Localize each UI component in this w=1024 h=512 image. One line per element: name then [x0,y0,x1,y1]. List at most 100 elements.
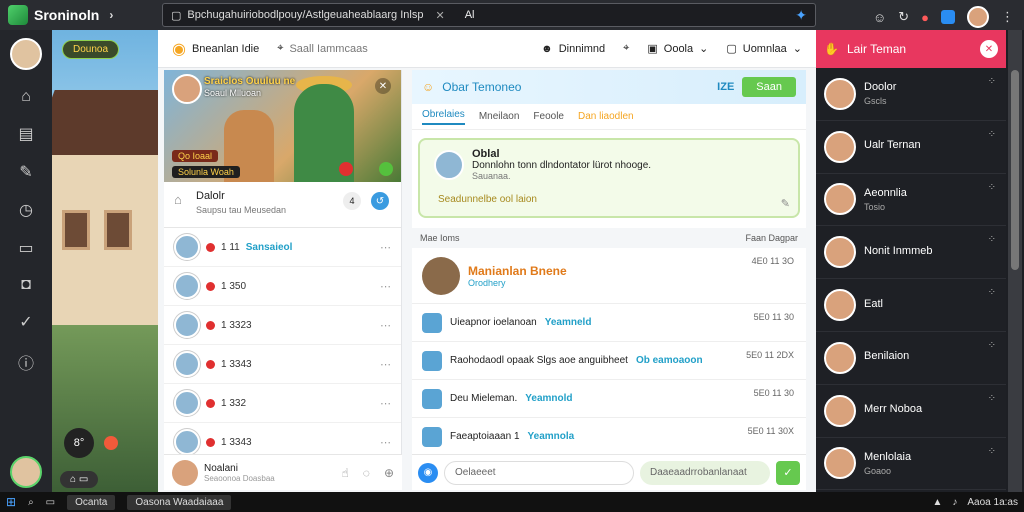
app-icon[interactable] [941,10,955,24]
more-icon[interactable]: ⁘ [988,287,996,298]
nav-group[interactable]: ☻ Dinnimnd [541,43,605,55]
more-icon[interactable]: ⁘ [988,340,996,351]
share-icon[interactable]: ↺ [371,192,389,210]
camera-icon[interactable]: ◉ [418,462,438,483]
taskview-icon[interactable]: ▭ [46,497,55,508]
more-icon[interactable]: ⁘ [988,393,996,404]
nav-home[interactable]: ◉ Bneanlan Idie [172,39,259,59]
pin-icon[interactable]: ✎ [19,162,32,182]
feed-composer[interactable]: Noalani Seaoonoa Doasbaa ☝ ◌ ⊕ [164,454,402,490]
more-icon[interactable]: ⋯ [380,241,391,254]
app-logo[interactable]: Sroninoln › [0,5,160,25]
more-icon[interactable]: ⋯ [380,358,391,371]
nav-market[interactable]: ▢ Uomnlaa ⌄ [726,42,802,56]
close-icon[interactable]: ✕ [980,40,998,58]
more-icon[interactable]: ⁘ [988,76,996,87]
feed-row[interactable]: 1 11 Sansaieol ⋯ [164,228,401,267]
pin-icon[interactable]: ✦ [795,7,807,24]
like-icon[interactable]: ☝ [341,466,348,480]
send-button[interactable]: ✓ [776,460,800,485]
message-row[interactable]: Raohodaodl opaak Slgs aoe anguibheet Ob … [412,342,806,380]
more-icon[interactable]: ⁘ [988,446,996,457]
featured-message[interactable]: Oblal Donnlohn tonn dlndontator lürot nh… [418,138,800,218]
attach-icon[interactable]: ✎ [781,197,790,210]
hero-banner[interactable]: Sraiclos Ouuluu ne Soaul Mlluoan Qo Ioaa… [164,70,401,182]
tab-1[interactable]: Obrelaies [422,109,465,125]
search-query[interactable]: Al [465,9,475,21]
windows-icon[interactable]: ⊞ [6,495,16,509]
feed-row[interactable]: 1 332 ⋯ [164,384,401,423]
chevron-right-icon[interactable]: › [109,8,113,22]
nav-pin[interactable]: ⌖ [623,42,629,55]
taskbar-app-1[interactable]: Ocanta [67,494,116,510]
contact-item[interactable]: Nonit Inmmeb ⁘ [816,226,1006,280]
chat-id[interactable]: IZE [717,81,734,93]
feed-row[interactable]: 1 3323 ⋯ [164,306,401,345]
contact-item[interactable]: Aeonnlia Tosio ⁘ [816,174,1006,227]
contact-item[interactable]: Eatl ⁘ [816,279,1006,332]
rail-avatar[interactable] [10,38,42,70]
tab-3[interactable]: Feoole [533,111,564,122]
joystick-button[interactable]: 8° [64,428,94,458]
scene-footer[interactable]: ⌂ ▭ [60,471,99,488]
network-icon[interactable]: ▲ [932,497,942,508]
prev-button[interactable] [339,162,353,176]
nav-friends[interactable]: ⌖ Saall Iammcaas [277,42,367,55]
more-icon[interactable]: ⋯ [380,319,391,332]
contact-item[interactable]: Merr Noboa ⁘ [816,385,1006,438]
calendar-icon[interactable]: ▤ [18,124,33,144]
clock[interactable]: Aaoa 1a:as [967,497,1018,508]
message-input[interactable]: Oelaeeet [444,460,634,485]
tab-2[interactable]: Mneilaon [479,111,520,122]
more-icon[interactable]: ⋮ [1001,9,1014,25]
more-icon[interactable]: ⋯ [380,280,391,293]
more-icon[interactable]: ⋯ [380,436,391,449]
tab-4[interactable]: Dan liaodlen [578,111,634,122]
chat-title: Obar Temoneo [442,80,522,94]
contact-item[interactable]: Ualr Ternan ⁘ [816,121,1006,174]
rail-bottom-avatar[interactable] [10,456,42,488]
share-icon[interactable]: ⊕ [384,466,394,480]
feed-row[interactable]: 1 3343 ⋯ [164,345,401,384]
volume-icon[interactable]: ♪ [952,497,957,508]
page-indicator[interactable]: 4 [343,192,361,210]
more-icon[interactable]: ⁘ [988,234,996,245]
message-row[interactable]: Manianlan Bnene Orodhery 4E0 11 3O [412,248,806,304]
clock-icon[interactable]: ◷ [19,200,33,220]
more-icon[interactable]: ⁘ [988,129,996,140]
clear-icon[interactable]: ✕ [435,9,444,22]
scrollbar-thumb[interactable] [1011,70,1019,270]
messages-sort[interactable]: Faan Dagpar [745,233,798,243]
feed-row[interactable]: 1 350 ⋯ [164,267,401,306]
notification-icon[interactable]: ● [921,10,929,25]
search-icon[interactable]: ⌕ [28,497,34,508]
scrollbar[interactable] [1008,30,1022,492]
scene-tag[interactable]: Dounoa [62,40,120,59]
home-icon[interactable]: ⌂ [174,192,182,207]
more-icon[interactable]: ⋯ [380,397,391,410]
message-row[interactable]: Uieapnor ioelanoan Yeamneld 5E0 11 30 [412,304,806,342]
action-dot[interactable] [104,436,118,450]
comment-icon[interactable]: ◌ [363,466,370,480]
contact-item[interactable]: Doolor Gscls ⁘ [816,68,1006,121]
info-icon[interactable]: ⓘ [18,350,34,374]
camera-icon[interactable]: ◘ [21,276,31,294]
taskbar-app-2[interactable]: Oasona Waadaiaaa [127,494,232,510]
chat-icon[interactable]: ▭ [18,238,33,258]
profile-icon[interactable]: ☺ [873,10,886,25]
check-icon[interactable]: ✓ [19,312,32,332]
message-row[interactable]: Deu Mieleman. Yeamnold 5E0 11 30 [412,380,806,418]
contact-item[interactable]: Benilaion ⁘ [816,332,1006,385]
user-avatar[interactable] [967,6,989,28]
more-icon[interactable]: ⁘ [988,182,996,193]
nav-more[interactable]: ▣ Ooola ⌄ [647,42,708,56]
url-bar[interactable]: ▢ Bpchugahuiriobodlpouy/Astlgeuaheablaar… [162,3,816,27]
contact-item[interactable]: Menlolaia Goaoo ⁘ [816,438,1006,491]
close-icon[interactable]: ✕ [375,78,391,94]
sticker-input[interactable]: Daaeaadrrobanlanaat [640,460,770,485]
next-button[interactable] [379,162,393,176]
home-icon[interactable]: ⌂ [21,88,31,106]
chat-action-button[interactable]: Saan [742,77,796,97]
message-row[interactable]: Faeaptoiaaan 1 Yeamnola 5E0 11 30X [412,418,806,456]
refresh-icon[interactable]: ↻ [898,9,909,25]
